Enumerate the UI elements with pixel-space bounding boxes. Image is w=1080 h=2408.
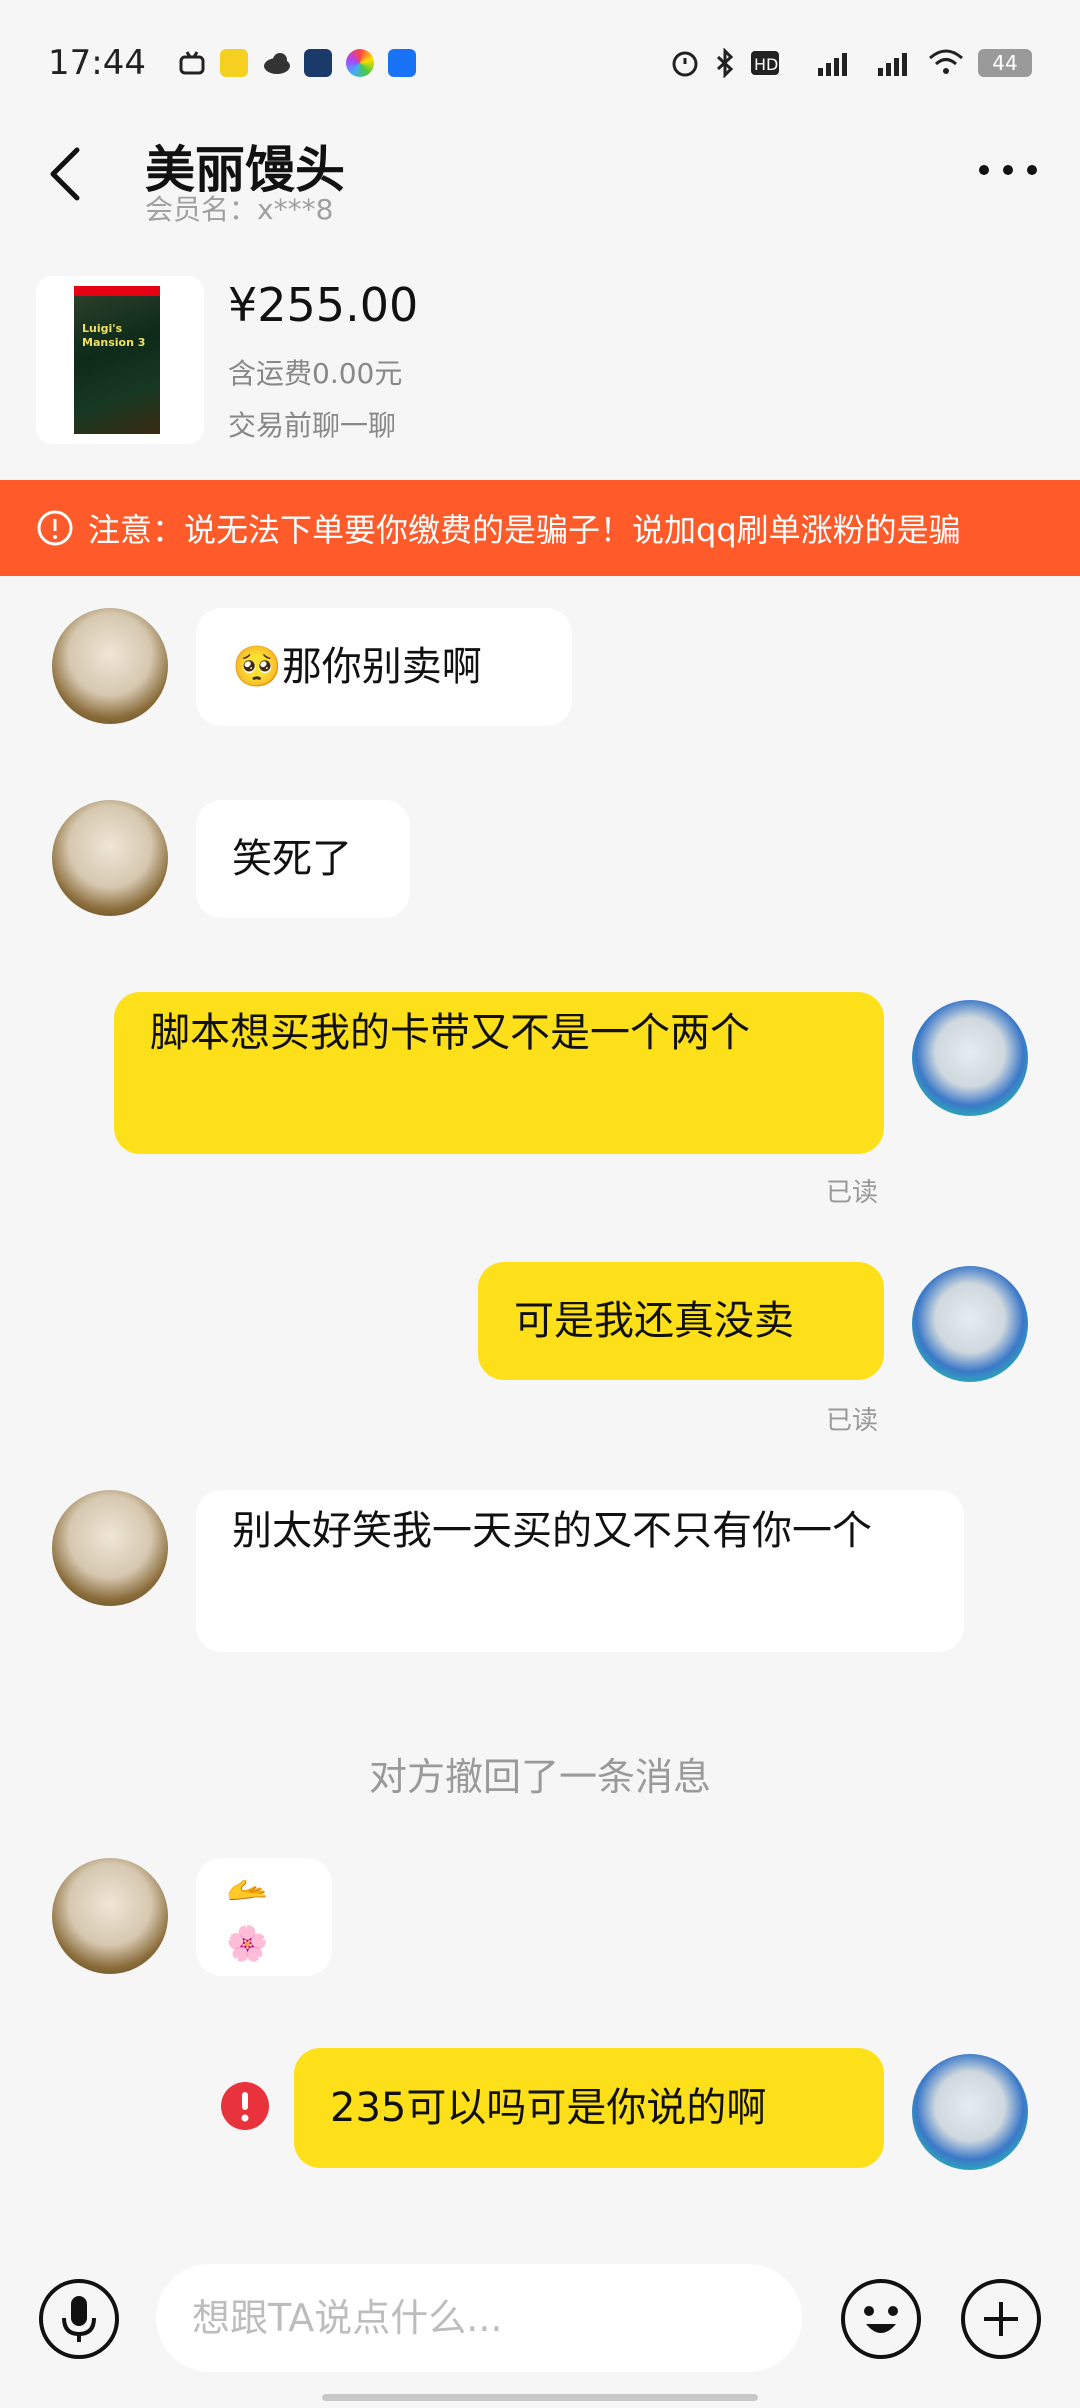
read-status: 已读 bbox=[826, 1178, 879, 1208]
status-bar: 17:44 HD 44 bbox=[0, 0, 1080, 126]
message-bubble-outgoing[interactable]: 235可以吗可是你说的啊 bbox=[294, 2048, 884, 2168]
my-avatar[interactable] bbox=[912, 2054, 1028, 2170]
recalled-message-notice: 对方撤回了一条消息 bbox=[368, 1755, 711, 1799]
message-text: 笑死了 bbox=[232, 836, 352, 882]
warning-circle-icon bbox=[37, 510, 73, 546]
message-bubble-outgoing[interactable]: 可是我还真没卖 bbox=[478, 1262, 884, 1380]
zhihu-icon bbox=[388, 49, 416, 77]
microphone-icon[interactable] bbox=[38, 2278, 120, 2360]
status-app-icons bbox=[178, 49, 416, 77]
seller-avatar[interactable] bbox=[52, 1490, 168, 1606]
4g-signal-icon bbox=[878, 53, 907, 76]
seller-avatar[interactable] bbox=[52, 800, 168, 916]
game-cover-image: Luigi's Mansion 3 bbox=[74, 286, 160, 434]
message-text: 那你别卖啊 bbox=[281, 644, 482, 690]
message-input[interactable] bbox=[156, 2264, 802, 2372]
wifi-icon bbox=[929, 49, 963, 74]
product-card[interactable]: Luigi's Mansion 3 ¥255.00 含运费0.00元 交易前聊一… bbox=[36, 276, 1036, 446]
my-avatar[interactable] bbox=[912, 1000, 1028, 1116]
home-indicator bbox=[322, 2394, 758, 2401]
chat-header: 美丽馒头 会员名：x***8 bbox=[0, 126, 1080, 226]
message-bubble-incoming[interactable]: 🥺 那你别卖啊 bbox=[196, 608, 572, 726]
message-text: 235可以吗可是你说的啊 bbox=[330, 2085, 767, 2131]
game-cover-title: Luigi's Mansion 3 bbox=[82, 322, 146, 349]
more-options-icon[interactable] bbox=[976, 160, 1040, 180]
bluetooth-icon bbox=[716, 48, 734, 78]
member-name: 会员名：x***8 bbox=[145, 193, 334, 226]
5g-signal-icon bbox=[818, 53, 847, 76]
message-bubble-outgoing[interactable]: 脚本想买我的卡带又不是一个两个 bbox=[114, 992, 884, 1154]
status-indicators: HD 44 bbox=[670, 48, 1032, 78]
seller-avatar[interactable] bbox=[52, 608, 168, 724]
product-price: ¥255.00 bbox=[228, 278, 419, 332]
app-icon bbox=[220, 49, 248, 77]
shipping-info: 含运费0.00元 bbox=[228, 357, 403, 390]
chat-hint: 交易前聊一聊 bbox=[228, 409, 397, 442]
svg-text:HD: HD bbox=[754, 55, 778, 74]
my-avatar[interactable] bbox=[912, 1266, 1028, 1382]
bilibili-icon bbox=[178, 49, 206, 77]
message-bubble-incoming[interactable]: 🫴🌸 bbox=[196, 1858, 332, 1976]
fraud-warning-banner: 注意：说无法下单要你缴费的是骗子！说加qq刷单涨粉的是骗 bbox=[0, 480, 1080, 576]
seller-avatar[interactable] bbox=[52, 1858, 168, 1974]
read-status: 已读 bbox=[826, 1406, 879, 1436]
pleading-face-emoji: 🥺 bbox=[232, 644, 282, 690]
message-bubble-incoming[interactable]: 笑死了 bbox=[196, 800, 410, 918]
message-text: 可是我还真没卖 bbox=[514, 1298, 794, 1344]
photos-icon bbox=[346, 49, 374, 77]
send-failed-icon[interactable] bbox=[220, 2081, 270, 2131]
battery-indicator: 44 bbox=[978, 49, 1032, 77]
emoji-icon[interactable] bbox=[840, 2278, 922, 2360]
product-thumbnail[interactable]: Luigi's Mansion 3 bbox=[36, 276, 204, 444]
add-attachment-icon[interactable] bbox=[960, 2278, 1042, 2360]
weather-icon bbox=[262, 49, 290, 77]
message-text: 别太好笑我一天买的又不只有你一个 bbox=[232, 1508, 872, 1554]
alarm-icon bbox=[672, 51, 698, 77]
message-input-bar bbox=[0, 2240, 1080, 2408]
hd-icon: HD bbox=[751, 51, 779, 75]
hand-flower-emoji: 🫴🌸 bbox=[226, 1870, 269, 1964]
game-icon bbox=[304, 49, 332, 77]
warning-text: 注意：说无法下单要你缴费的是骗子！说加qq刷单涨粉的是骗 bbox=[88, 511, 961, 549]
status-time: 17:44 bbox=[48, 43, 146, 83]
message-bubble-incoming[interactable]: 别太好笑我一天买的又不只有你一个 bbox=[196, 1490, 964, 1652]
message-text: 脚本想买我的卡带又不是一个两个 bbox=[150, 1010, 750, 1056]
back-arrow-icon[interactable] bbox=[45, 144, 85, 204]
